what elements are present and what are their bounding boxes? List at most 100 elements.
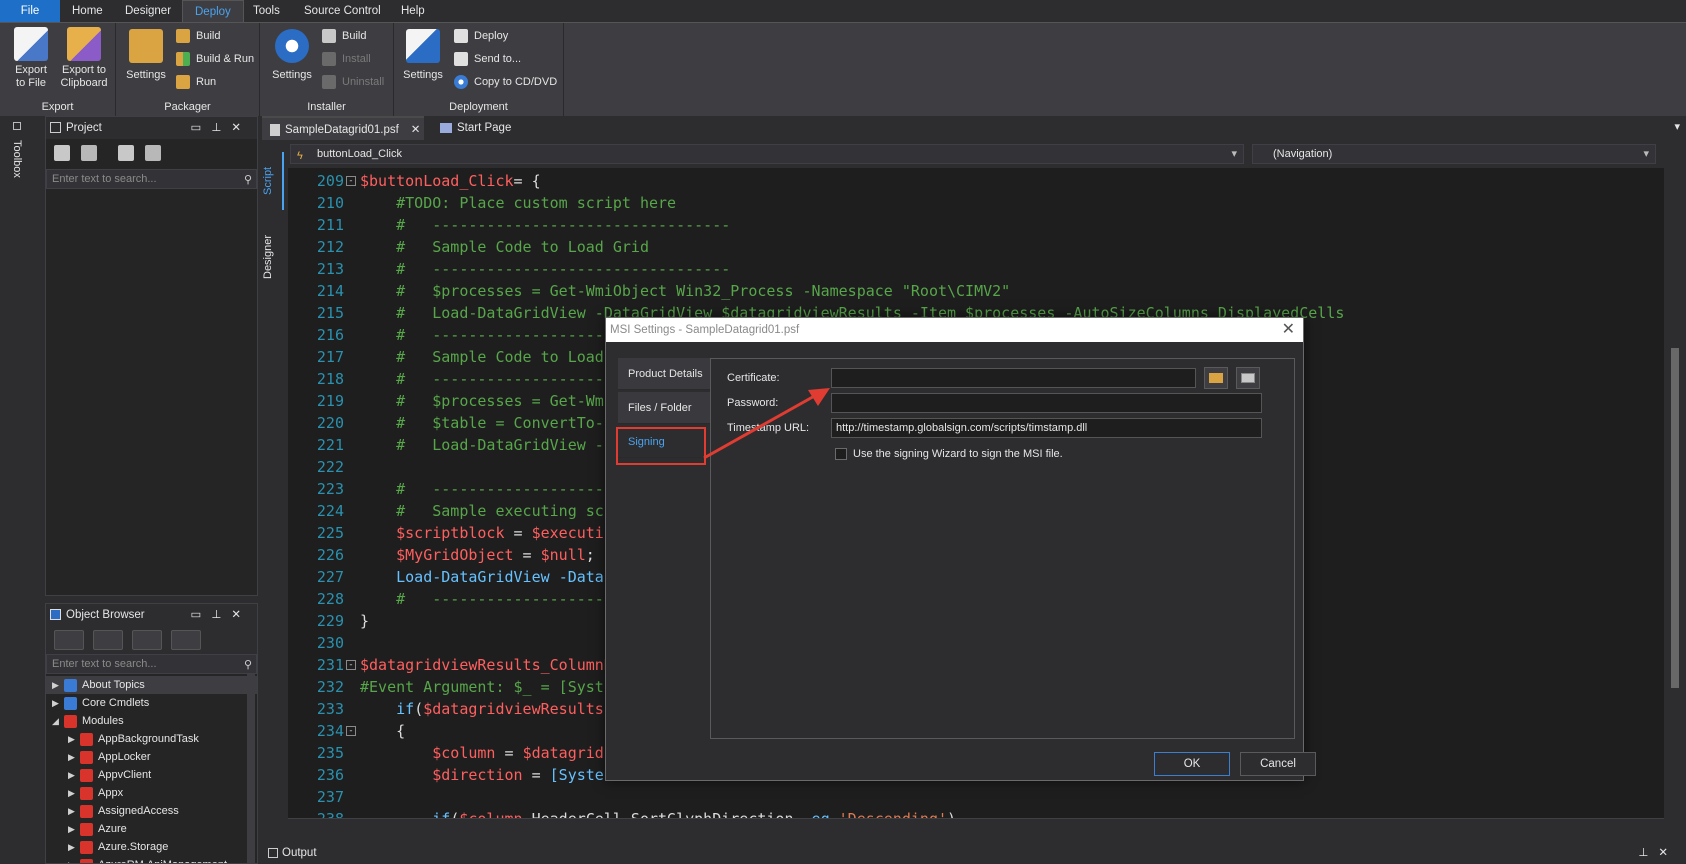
tab-designer[interactable]: Designer — [113, 0, 183, 22]
line-number: 221 — [316, 436, 344, 454]
close-icon[interactable]: ✕ — [1282, 318, 1295, 342]
fold-toggle-icon[interactable]: - — [346, 726, 356, 736]
copy-cd-button[interactable]: Copy to CD/DVD — [454, 72, 557, 92]
line-number: 224 — [316, 502, 344, 520]
expand-arrow-icon[interactable]: ▶ — [68, 820, 80, 838]
tab-start-page[interactable]: Start Page — [432, 116, 519, 140]
nav-product-details[interactable]: Product Details — [618, 358, 710, 390]
expand-arrow-icon[interactable]: ▶ — [68, 838, 80, 856]
packager-run-button[interactable]: Run — [176, 72, 216, 92]
expand-arrow-icon[interactable]: ▶ — [68, 802, 80, 820]
tab-designer-view[interactable]: Designer — [262, 218, 284, 296]
object-browser-item[interactable]: ◢ Modules — [46, 712, 257, 730]
object-browser-item[interactable]: ▶ Azure — [46, 820, 257, 838]
open-folder-icon[interactable] — [81, 145, 98, 161]
line-number: 237 — [316, 788, 344, 806]
object-browser-item[interactable]: ▶ About Topics — [46, 676, 257, 694]
fold-toggle-icon[interactable]: - — [346, 660, 356, 670]
toolbox-strip[interactable]: Toolbox — [7, 116, 29, 864]
tab-help[interactable]: Help — [389, 0, 437, 22]
tab-home[interactable]: Home — [60, 0, 115, 22]
project-panel-buttons[interactable]: ▭⊥✕ — [190, 117, 251, 139]
expand-arrow-icon[interactable]: ▶ — [52, 694, 64, 712]
expand-arrow-icon[interactable]: ◢ — [52, 712, 64, 730]
deployment-settings-button[interactable]: Settings — [398, 27, 448, 82]
fold-toggle-icon[interactable]: - — [346, 176, 356, 186]
password-input[interactable] — [831, 393, 1262, 413]
object-browser-item[interactable]: ▶ AppBackgroundTask — [46, 730, 257, 748]
cancel-button[interactable]: Cancel — [1240, 752, 1316, 776]
line-number: 220 — [316, 414, 344, 432]
expand-arrow-icon[interactable]: ▶ — [68, 856, 80, 863]
dotnet-icon[interactable] — [93, 630, 124, 650]
installer-build-button[interactable]: Build — [322, 26, 366, 46]
object-browser-item-label: Appx — [98, 787, 124, 799]
object-browser-tree: ▶ About Topics ▶ Core Cmdlets ◢ Modules ▶ AppBa… — [46, 674, 257, 863]
export-to-clipboard-button[interactable]: Export to Clipboard — [56, 27, 112, 90]
tab-file[interactable]: File — [0, 0, 60, 22]
expand-arrow-icon[interactable]: ▶ — [68, 766, 80, 784]
ok-button[interactable]: OK — [1154, 752, 1230, 776]
module-icon — [64, 714, 77, 728]
line-number: 231 — [316, 656, 344, 674]
module-icon — [80, 732, 93, 746]
output-panel-bar[interactable]: Output ⊥✕ — [262, 842, 1686, 864]
code-text: # Load-DataGridView - — [360, 436, 604, 454]
function-dropdown-value: buttonLoad_Click — [317, 148, 403, 160]
object-browser-search-input[interactable]: Enter text to search... ⚲ — [46, 654, 257, 674]
editor-horizontal-scrollbar[interactable] — [288, 818, 1664, 834]
deploy-button[interactable]: Deploy — [454, 26, 508, 46]
expand-arrow-icon[interactable]: ▶ — [52, 676, 64, 694]
new-file-icon[interactable] — [54, 145, 70, 161]
packager-build-run-button[interactable]: Build & Run — [176, 49, 254, 69]
output-panel-buttons[interactable]: ⊥✕ — [1638, 842, 1678, 864]
expand-arrow-icon[interactable]: ▶ — [68, 748, 80, 766]
object-browser-item[interactable]: ▶ Appx — [46, 784, 257, 802]
wmi-icon[interactable] — [132, 630, 163, 650]
database-icon[interactable] — [171, 630, 202, 650]
editor-vertical-scrollbar[interactable] — [1668, 168, 1682, 818]
line-number: 217 — [316, 348, 344, 366]
export-group-label: Export — [41, 101, 74, 113]
tab-tools[interactable]: Tools — [241, 0, 292, 22]
export-to-file-button[interactable]: Export to File — [10, 27, 52, 90]
object-browser-item[interactable]: ▶ AssignedAccess — [46, 802, 257, 820]
tab-sampledatagrid[interactable]: SampleDatagrid01.psf ✕ — [262, 116, 424, 140]
expand-arrow-icon[interactable]: ▶ — [68, 730, 80, 748]
object-browser-panel-buttons[interactable]: ▭⊥✕ — [190, 604, 251, 626]
add-file-icon[interactable] — [118, 145, 135, 161]
object-browser-item[interactable]: ▶ AppvClient — [46, 766, 257, 784]
powershell-icon[interactable] — [54, 630, 84, 650]
tab-deploy[interactable]: Deploy — [182, 0, 244, 22]
timestamp-url-input[interactable]: http://timestamp.globalsign.com/scripts/… — [831, 418, 1262, 438]
close-tab-icon[interactable]: ✕ — [411, 124, 421, 136]
object-browser-scrollbar[interactable] — [247, 674, 255, 863]
navigation-dropdown[interactable]: (Navigation) ▾ — [1252, 144, 1656, 164]
function-dropdown[interactable]: ϟ buttonLoad_Click ▾ — [290, 144, 1244, 164]
add-folder-icon[interactable] — [145, 145, 162, 161]
installer-install-button[interactable]: Install — [322, 49, 371, 69]
module-icon — [80, 858, 93, 863]
certificate-input[interactable] — [831, 368, 1196, 388]
nav-files-folder[interactable]: Files / Folder — [618, 392, 710, 424]
export-group: Export to File Export to Clipboard Expor… — [0, 23, 116, 117]
send-to-button[interactable]: Send to... — [454, 49, 521, 69]
object-browser-item[interactable]: ▶ AzureRM.ApiManagement — [46, 856, 257, 863]
project-search-input[interactable]: Enter text to search... ⚲ — [46, 169, 257, 189]
installer-uninstall-label: Uninstall — [342, 76, 385, 88]
object-browser-item[interactable]: ▶ AppLocker — [46, 748, 257, 766]
object-browser-item[interactable]: ▶ Core Cmdlets — [46, 694, 257, 712]
tab-overflow-chevron-icon[interactable]: ▾ — [1674, 120, 1680, 133]
installer-settings-button[interactable]: Settings — [266, 27, 318, 82]
line-number: 215 — [316, 304, 344, 322]
packager-settings-button[interactable]: Settings — [120, 27, 172, 82]
editor-scroll-thumb[interactable] — [1671, 348, 1679, 688]
tab-source-control[interactable]: Source Control — [292, 0, 393, 22]
tab-script[interactable]: Script — [262, 152, 284, 210]
expand-arrow-icon[interactable]: ▶ — [68, 784, 80, 802]
installer-uninstall-button[interactable]: Uninstall — [322, 72, 384, 92]
packager-build-button[interactable]: Build — [176, 26, 220, 46]
browse-certificate-button[interactable] — [1204, 367, 1228, 389]
object-browser-item[interactable]: ▶ Azure.Storage — [46, 838, 257, 856]
select-certificate-store-button[interactable] — [1236, 367, 1260, 389]
